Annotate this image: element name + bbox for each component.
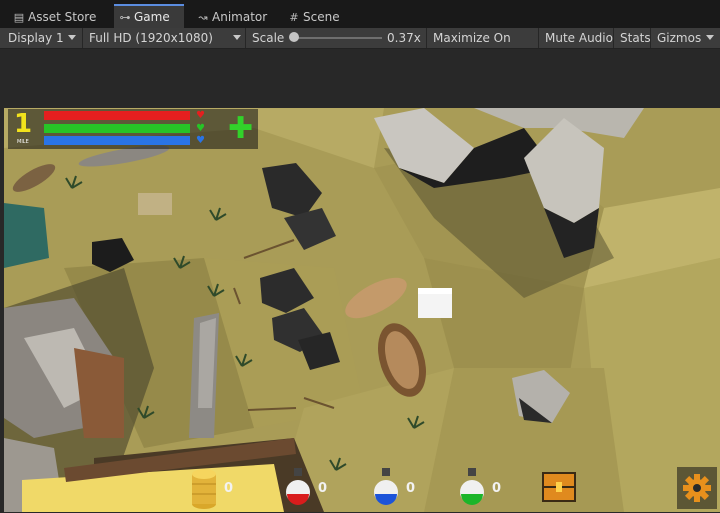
animator-icon: ↝ bbox=[198, 11, 208, 24]
tab-game-label: Game bbox=[134, 10, 170, 24]
mute-audio-toggle[interactable]: Mute Audio bbox=[539, 28, 613, 48]
stats-toggle[interactable]: Stats bbox=[614, 28, 651, 48]
tab-game[interactable]: ⊶ Game bbox=[114, 4, 184, 28]
resolution-chevron-down-icon bbox=[233, 35, 241, 40]
mana-bar bbox=[44, 136, 190, 145]
blue-potion-icon[interactable] bbox=[372, 466, 400, 510]
game-view-letterbox bbox=[0, 49, 720, 108]
blue-potion-count: 0 bbox=[406, 481, 416, 496]
scale-value: 0.37x bbox=[387, 31, 421, 45]
tab-asset-store-label: Asset Store bbox=[28, 10, 97, 24]
tab-animator[interactable]: ↝ Animator bbox=[192, 6, 278, 28]
resolution-dropdown[interactable]: Full HD (1920x1080) bbox=[83, 28, 245, 48]
heart-icon: ♥ bbox=[196, 110, 205, 121]
stamina-bar bbox=[44, 124, 190, 133]
treasure-chest-icon[interactable] bbox=[540, 468, 578, 506]
player-level-number: 1 bbox=[14, 109, 33, 139]
blue-heart-icon: ♥ bbox=[196, 135, 205, 146]
add-stat-plus-button[interactable]: ✚ bbox=[228, 114, 253, 144]
gizmos-toggle[interactable]: Gizmos bbox=[651, 28, 703, 48]
scale-slider-handle[interactable] bbox=[289, 32, 299, 42]
scale-label: Scale bbox=[252, 31, 285, 45]
tab-scene-label: Scene bbox=[303, 10, 340, 24]
red-potion-count: 0 bbox=[318, 481, 328, 496]
green-potion-icon[interactable] bbox=[458, 466, 486, 510]
green-heart-icon: ♥ bbox=[196, 123, 205, 134]
tab-animator-label: Animator bbox=[212, 10, 268, 24]
health-bar bbox=[44, 111, 190, 120]
display-chevron-down-icon bbox=[68, 35, 76, 40]
editor-tab-bar: ▤ Asset Store ⊶ Game ↝ Animator # Scene bbox=[0, 0, 720, 29]
asset-store-icon: ▤ bbox=[13, 11, 25, 24]
settings-button[interactable] bbox=[677, 467, 717, 509]
red-potion-icon[interactable] bbox=[284, 466, 312, 510]
coin-stack-icon bbox=[192, 469, 216, 509]
tab-asset-store[interactable]: ▤ Asset Store bbox=[8, 6, 112, 28]
tab-scene[interactable]: # Scene bbox=[283, 6, 353, 28]
coin-count: 0 bbox=[224, 481, 234, 496]
gamepad-icon: ⊶ bbox=[119, 11, 131, 24]
scale-slider-track[interactable] bbox=[294, 37, 382, 39]
game-scene-render bbox=[4, 108, 720, 512]
maximize-on-play-toggle[interactable]: Maximize On Play bbox=[427, 28, 538, 65]
game-viewport[interactable] bbox=[4, 108, 720, 512]
resolution-dropdown-label: Full HD (1920x1080) bbox=[89, 31, 213, 45]
scene-grid-icon: # bbox=[289, 11, 299, 24]
gizmos-chevron-down-icon[interactable] bbox=[706, 35, 714, 40]
display-dropdown-label: Display 1 bbox=[8, 31, 64, 45]
game-view-toolbar: Display 1 Full HD (1920x1080) Scale 0.37… bbox=[0, 28, 720, 65]
gear-icon bbox=[683, 474, 711, 502]
green-potion-count: 0 bbox=[492, 481, 502, 496]
player-level-caption: MILE bbox=[17, 139, 29, 145]
